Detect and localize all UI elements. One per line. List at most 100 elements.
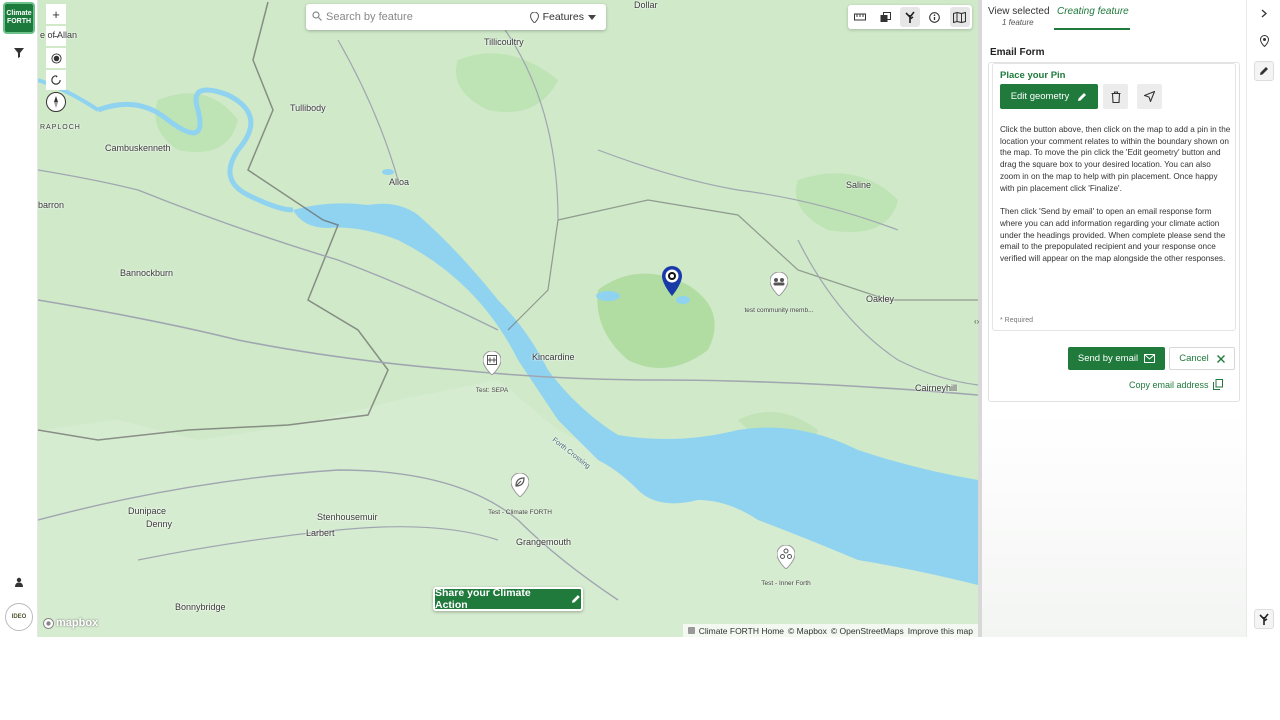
resize-handle-icon[interactable]: ‹› bbox=[974, 317, 979, 326]
place-label: Saline bbox=[846, 180, 872, 190]
place-label: Dunipace bbox=[128, 506, 167, 516]
tab-creating-feature[interactable]: Creating feature bbox=[1057, 6, 1129, 17]
tree-icon[interactable] bbox=[1254, 609, 1274, 629]
location-pin-icon bbox=[529, 11, 539, 23]
place-label: Denny bbox=[146, 519, 173, 529]
marker-label: Test - Climate FORTH bbox=[488, 509, 552, 516]
right-rail bbox=[1246, 0, 1280, 637]
delete-geometry-button[interactable] bbox=[1103, 84, 1128, 109]
map-toolbar bbox=[848, 5, 972, 29]
instructions-text: Click the button above, then click on th… bbox=[1000, 124, 1232, 265]
place-label: Bannockburn bbox=[120, 268, 174, 278]
pencil-icon bbox=[1078, 92, 1087, 101]
locate-me-button[interactable] bbox=[1137, 84, 1162, 109]
locate-icon[interactable] bbox=[46, 48, 66, 68]
place-label: Cairneyhill bbox=[915, 383, 958, 393]
place-pin-title: Place your Pin bbox=[1000, 70, 1066, 81]
tab-view-selected[interactable]: View selected 1 feature bbox=[988, 6, 1050, 27]
place-pin-section: Place your Pin Edit geometry Click the b… bbox=[992, 63, 1236, 331]
location-pin-icon[interactable] bbox=[1254, 31, 1274, 51]
map-canvas[interactable]: + − Search by feature Features Dollar Ti… bbox=[38, 0, 978, 637]
compass-icon[interactable] bbox=[46, 92, 66, 112]
improve-map-link[interactable]: Improve this map bbox=[908, 626, 973, 636]
tree-icon[interactable] bbox=[899, 7, 920, 27]
share-climate-action-button[interactable]: Share your Climate Action bbox=[433, 587, 583, 611]
selected-count: 1 feature bbox=[1002, 18, 1034, 27]
send-by-email-button[interactable]: Send by email bbox=[1068, 347, 1165, 370]
email-form: Place your Pin Edit geometry Click the b… bbox=[988, 62, 1240, 402]
attribution-mapbox[interactable]: © Mapbox bbox=[788, 626, 827, 636]
place-label: Tillicoultry bbox=[484, 37, 524, 47]
search-input[interactable]: Search by feature bbox=[326, 11, 530, 23]
place-label: barron bbox=[38, 200, 65, 210]
share-button-label: Share your Climate Action bbox=[435, 587, 531, 611]
zoom-in-button[interactable]: + bbox=[46, 4, 66, 24]
tab-view-selected-label: View selected bbox=[988, 6, 1050, 17]
place-label: Bonnybridge bbox=[175, 602, 226, 612]
close-icon bbox=[1216, 354, 1225, 363]
edit-pencil-icon[interactable] bbox=[1254, 61, 1274, 81]
basemap-icon[interactable] bbox=[949, 7, 970, 27]
marker-people-icon[interactable] bbox=[769, 271, 789, 297]
user-icon[interactable] bbox=[9, 572, 29, 592]
attribution-home-link[interactable]: Climate FORTH Home bbox=[699, 626, 784, 636]
marker-label: Test: SEPA bbox=[475, 387, 509, 394]
place-label: Oakley bbox=[866, 294, 895, 304]
cancel-button[interactable]: Cancel bbox=[1169, 347, 1235, 370]
feature-search-bar[interactable]: Search by feature Features bbox=[306, 4, 606, 30]
place-label: Grangemouth bbox=[516, 537, 572, 547]
active-pin-icon[interactable] bbox=[661, 266, 683, 296]
features-dropdown[interactable]: Features bbox=[529, 11, 596, 23]
place-label: Alloa bbox=[389, 177, 410, 187]
place-label: Dollar bbox=[634, 0, 658, 10]
trash-icon bbox=[1111, 90, 1120, 103]
org-logo-icon[interactable]: IDEO bbox=[5, 603, 33, 631]
pencil-icon bbox=[572, 595, 581, 603]
place-label: Tullibody bbox=[290, 103, 326, 113]
info-icon bbox=[687, 627, 695, 634]
reset-bearing-icon[interactable] bbox=[46, 70, 66, 90]
marker-label: test community memb... bbox=[744, 307, 814, 314]
filter-icon[interactable] bbox=[9, 43, 29, 63]
place-label: Larbert bbox=[306, 528, 335, 538]
marker-leaf-icon[interactable] bbox=[510, 472, 530, 498]
navigate-arrow-icon bbox=[1144, 91, 1155, 102]
place-label: RAPLOCH bbox=[40, 124, 81, 131]
mapbox-logo[interactable]: mapbox bbox=[43, 617, 98, 629]
panel-tabs: View selected 1 feature Creating feature bbox=[982, 0, 1246, 32]
required-note: * Required bbox=[1000, 317, 1034, 324]
app-root: Climate FORTH IDEO + − Search by feature… bbox=[0, 0, 1280, 637]
edit-geometry-label: Edit geometry bbox=[1010, 91, 1070, 102]
app-logo[interactable]: Climate FORTH bbox=[3, 2, 35, 34]
cancel-label: Cancel bbox=[1179, 353, 1209, 364]
map-base-layer bbox=[38, 1, 978, 637]
marker-label: Test - Inner Forth bbox=[761, 580, 811, 587]
instructions-paragraph-2: Then click 'Send by email' to open an em… bbox=[1000, 207, 1226, 264]
chevron-right-icon[interactable] bbox=[1254, 3, 1274, 23]
copy-email-link[interactable]: Copy email address bbox=[1129, 379, 1223, 390]
layers-icon[interactable] bbox=[875, 7, 895, 27]
active-tab-indicator bbox=[1054, 28, 1130, 30]
panel-background bbox=[982, 410, 1246, 637]
left-rail: Climate FORTH IDEO bbox=[0, 0, 38, 637]
features-label: Features bbox=[542, 11, 584, 23]
place-label: e of Allan bbox=[40, 30, 78, 40]
search-icon bbox=[312, 10, 322, 24]
envelope-icon bbox=[1144, 354, 1156, 363]
attribution-osm[interactable]: © OpenStreetMaps bbox=[831, 626, 904, 636]
side-panel: View selected 1 feature Creating feature… bbox=[982, 0, 1246, 637]
form-title: Email Form bbox=[990, 47, 1045, 58]
place-label: Kincardine bbox=[532, 352, 575, 362]
place-label: Cambuskenneth bbox=[105, 143, 171, 153]
copy-icon bbox=[1212, 379, 1223, 390]
measure-icon[interactable] bbox=[850, 7, 870, 27]
edit-geometry-button[interactable]: Edit geometry bbox=[1000, 84, 1098, 109]
marker-cluster-icon[interactable] bbox=[776, 544, 796, 570]
marker-building-icon[interactable] bbox=[482, 350, 502, 376]
info-icon[interactable] bbox=[925, 7, 945, 27]
mapbox-label: mapbox bbox=[56, 617, 99, 629]
send-by-email-label: Send by email bbox=[1077, 353, 1139, 364]
place-label: Stenhousemuir bbox=[317, 512, 378, 522]
map-attribution: Climate FORTH Home © Mapbox © OpenStreet… bbox=[682, 624, 978, 637]
chevron-down-icon bbox=[588, 14, 596, 20]
